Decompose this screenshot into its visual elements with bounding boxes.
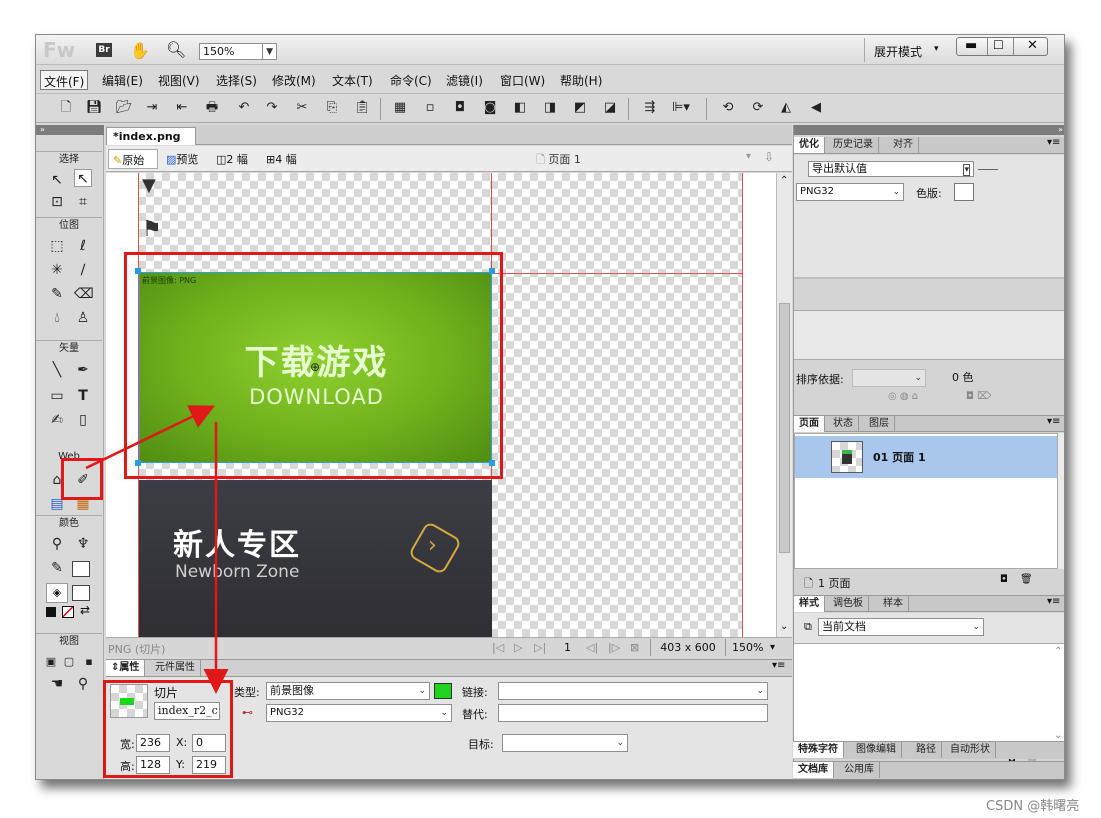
arrow-tool-to-slice — [85, 405, 216, 470]
watermark: CSDN @韩曙亮 — [986, 799, 1080, 814]
annotation-arrows — [85, 405, 229, 694]
